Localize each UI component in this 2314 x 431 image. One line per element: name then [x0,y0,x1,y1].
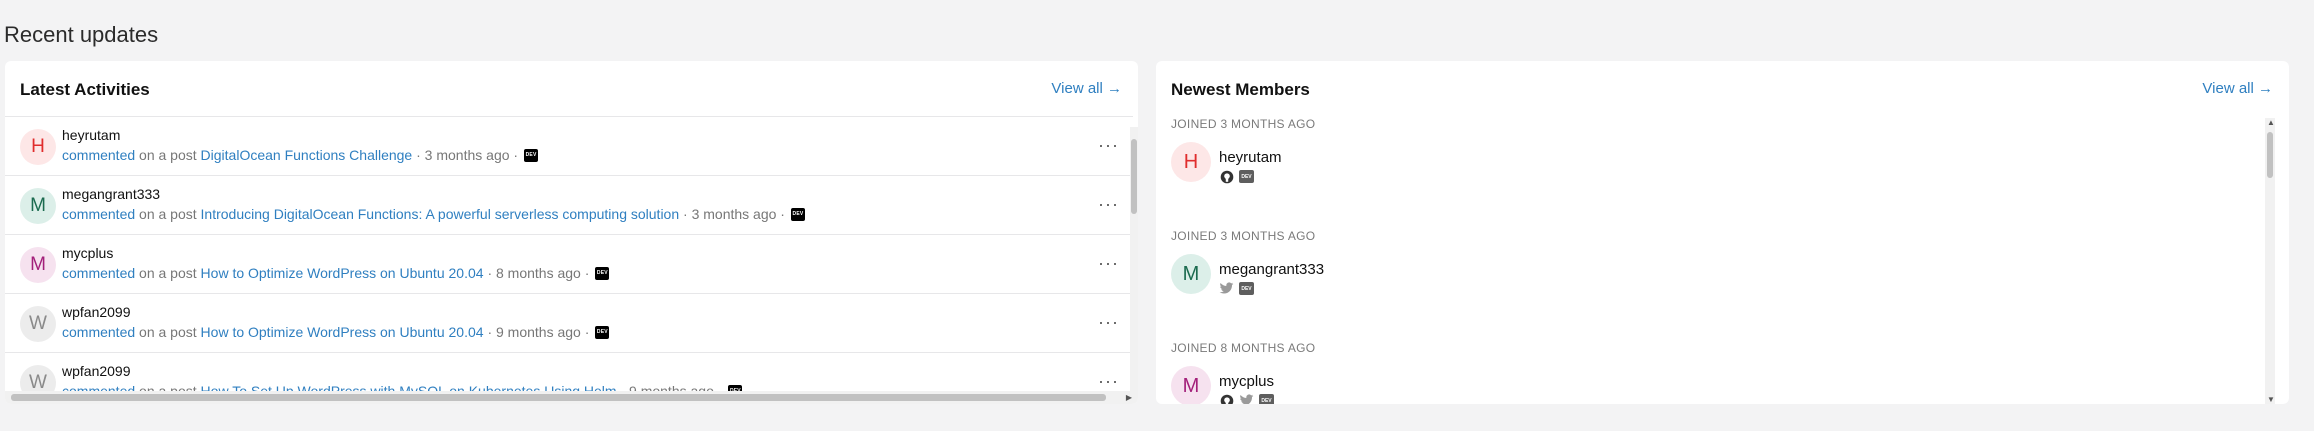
activities-view-all-link[interactable]: View all → [1051,80,1122,97]
activities-header: Latest Activities View all → [5,61,1138,116]
activities-title: Latest Activities [20,80,150,99]
joined-label: JOINED 3 MONTHS AGO [1171,229,1316,243]
activities-horizontal-scrollbar[interactable]: ▶ [5,391,1138,404]
activity-username[interactable]: mycplus [62,245,113,261]
newest-members-panel: Newest Members View all → JOINED 3 MONTH… [1156,61,2289,404]
scrollbar-thumb[interactable] [1131,139,1137,214]
dev-icon: DEV [595,266,610,280]
avatar[interactable]: H [1171,142,1211,182]
joined-label: JOINED 3 MONTHS AGO [1171,117,1316,131]
dev-icon: DEV [595,325,610,339]
latest-activities-panel: Latest Activities View all → Hheyrutam co… [5,61,1138,404]
dev-icon: DEV [790,207,805,221]
scroll-down-arrow-icon[interactable]: ▼ [2267,395,2275,404]
github-icon[interactable] [1219,169,1234,184]
twitter-icon[interactable] [1239,393,1254,404]
avatar[interactable]: M [20,247,56,283]
members-list: JOINED 3 MONTHS AGO Hheyrutam DEV JOINED 3 … [1156,116,2272,404]
member-username[interactable]: megangrant333 [1219,261,1324,278]
activity-row: Mmycplus commented on a post How to Optim… [5,234,1133,293]
avatar[interactable]: M [1171,366,1211,404]
activity-middle-text: on a post [139,206,197,222]
member-item: JOINED 8 MONTHS AGO Mmycplus DEV [1156,340,2272,404]
avatar[interactable]: W [20,365,56,392]
member-item: JOINED 3 MONTHS AGO Mmegangrant333 DEV [1156,228,2272,340]
github-icon[interactable] [1219,393,1234,404]
scroll-right-arrow-icon[interactable]: ▶ [1126,393,1132,402]
activity-time: · 8 months ago · [487,265,590,281]
avatar[interactable]: M [20,188,56,224]
activity-middle-text: on a post [139,147,197,163]
activity-description: commented on a post How to Optimize Word… [62,324,610,340]
page-title: Recent updates [4,22,159,47]
post-link[interactable]: How to Optimize WordPress on Ubuntu 20.0… [201,324,484,340]
activity-description: commented on a post Introducing DigitalO… [62,206,805,222]
post-link[interactable]: DigitalOcean Functions Challenge [201,147,413,163]
member-item: JOINED 3 MONTHS AGO Hheyrutam DEV [1156,116,2272,228]
activity-description: commented on a post DigitalOcean Functio… [62,147,539,163]
more-options-button[interactable]: ··· [1098,371,1119,392]
activity-verb-link[interactable]: commented [62,206,135,222]
activity-middle-text: on a post [139,265,197,281]
social-links: DEV [1219,169,1254,184]
twitter-icon[interactable] [1219,281,1234,296]
activity-username[interactable]: wpfan2099 [62,304,131,320]
member-username[interactable]: heyrutam [1219,149,1282,166]
activity-time: · 9 months ago · [487,324,590,340]
social-links: DEV [1219,281,1254,296]
activity-time: · 3 months ago · [416,147,519,163]
social-links: DEV [1219,393,1274,404]
dev-icon[interactable]: DEV [1239,170,1254,183]
activity-row: Mmegangrant333 commented on a post Introd… [5,175,1133,234]
activity-username[interactable]: heyrutam [62,127,120,143]
activity-verb-link[interactable]: commented [62,324,135,340]
scrollbar-thumb[interactable] [2267,132,2273,178]
activity-verb-link[interactable]: commented [62,265,135,281]
activity-username[interactable]: wpfan2099 [62,363,131,379]
activity-username[interactable]: megangrant333 [62,186,160,202]
avatar[interactable]: H [20,129,56,165]
more-options-button[interactable]: ··· [1098,253,1119,274]
post-link[interactable]: How to Optimize WordPress on Ubuntu 20.0… [201,265,484,281]
dev-icon: DEV [524,148,539,162]
more-options-button[interactable]: ··· [1098,135,1119,156]
members-header: Newest Members View all → [1156,61,2289,116]
post-link[interactable]: Introducing DigitalOcean Functions: A po… [201,206,680,222]
activity-time: · 3 months ago · [683,206,785,222]
member-username[interactable]: mycplus [1219,373,1274,390]
dev-icon[interactable]: DEV [1239,282,1254,295]
more-options-button[interactable]: ··· [1098,312,1119,333]
activity-row: Wwpfan2099 commented on a post How To Set… [5,352,1133,392]
activity-row: Hheyrutam commented on a post DigitalOcea… [5,116,1133,175]
avatar[interactable]: W [20,306,56,342]
activities-vertical-scrollbar[interactable] [1130,127,1138,397]
members-vertical-scrollbar[interactable]: ▲ ▼ [2265,118,2275,404]
activity-description: commented on a post How to Optimize Word… [62,265,610,281]
members-view-all-link[interactable]: View all → [2202,80,2273,97]
avatar[interactable]: M [1171,254,1211,294]
more-options-button[interactable]: ··· [1098,194,1119,215]
activity-row: Wwpfan2099 commented on a post How to Opt… [5,293,1133,352]
joined-label: JOINED 8 MONTHS AGO [1171,341,1316,355]
scrollbar-thumb[interactable] [11,394,1106,401]
dev-icon[interactable]: DEV [1259,394,1274,404]
members-title: Newest Members [1171,80,1310,99]
activity-verb-link[interactable]: commented [62,147,135,163]
scroll-up-arrow-icon[interactable]: ▲ [2267,118,2275,127]
activities-list: Hheyrutam commented on a post DigitalOcea… [5,116,1133,392]
activity-middle-text: on a post [139,324,197,340]
